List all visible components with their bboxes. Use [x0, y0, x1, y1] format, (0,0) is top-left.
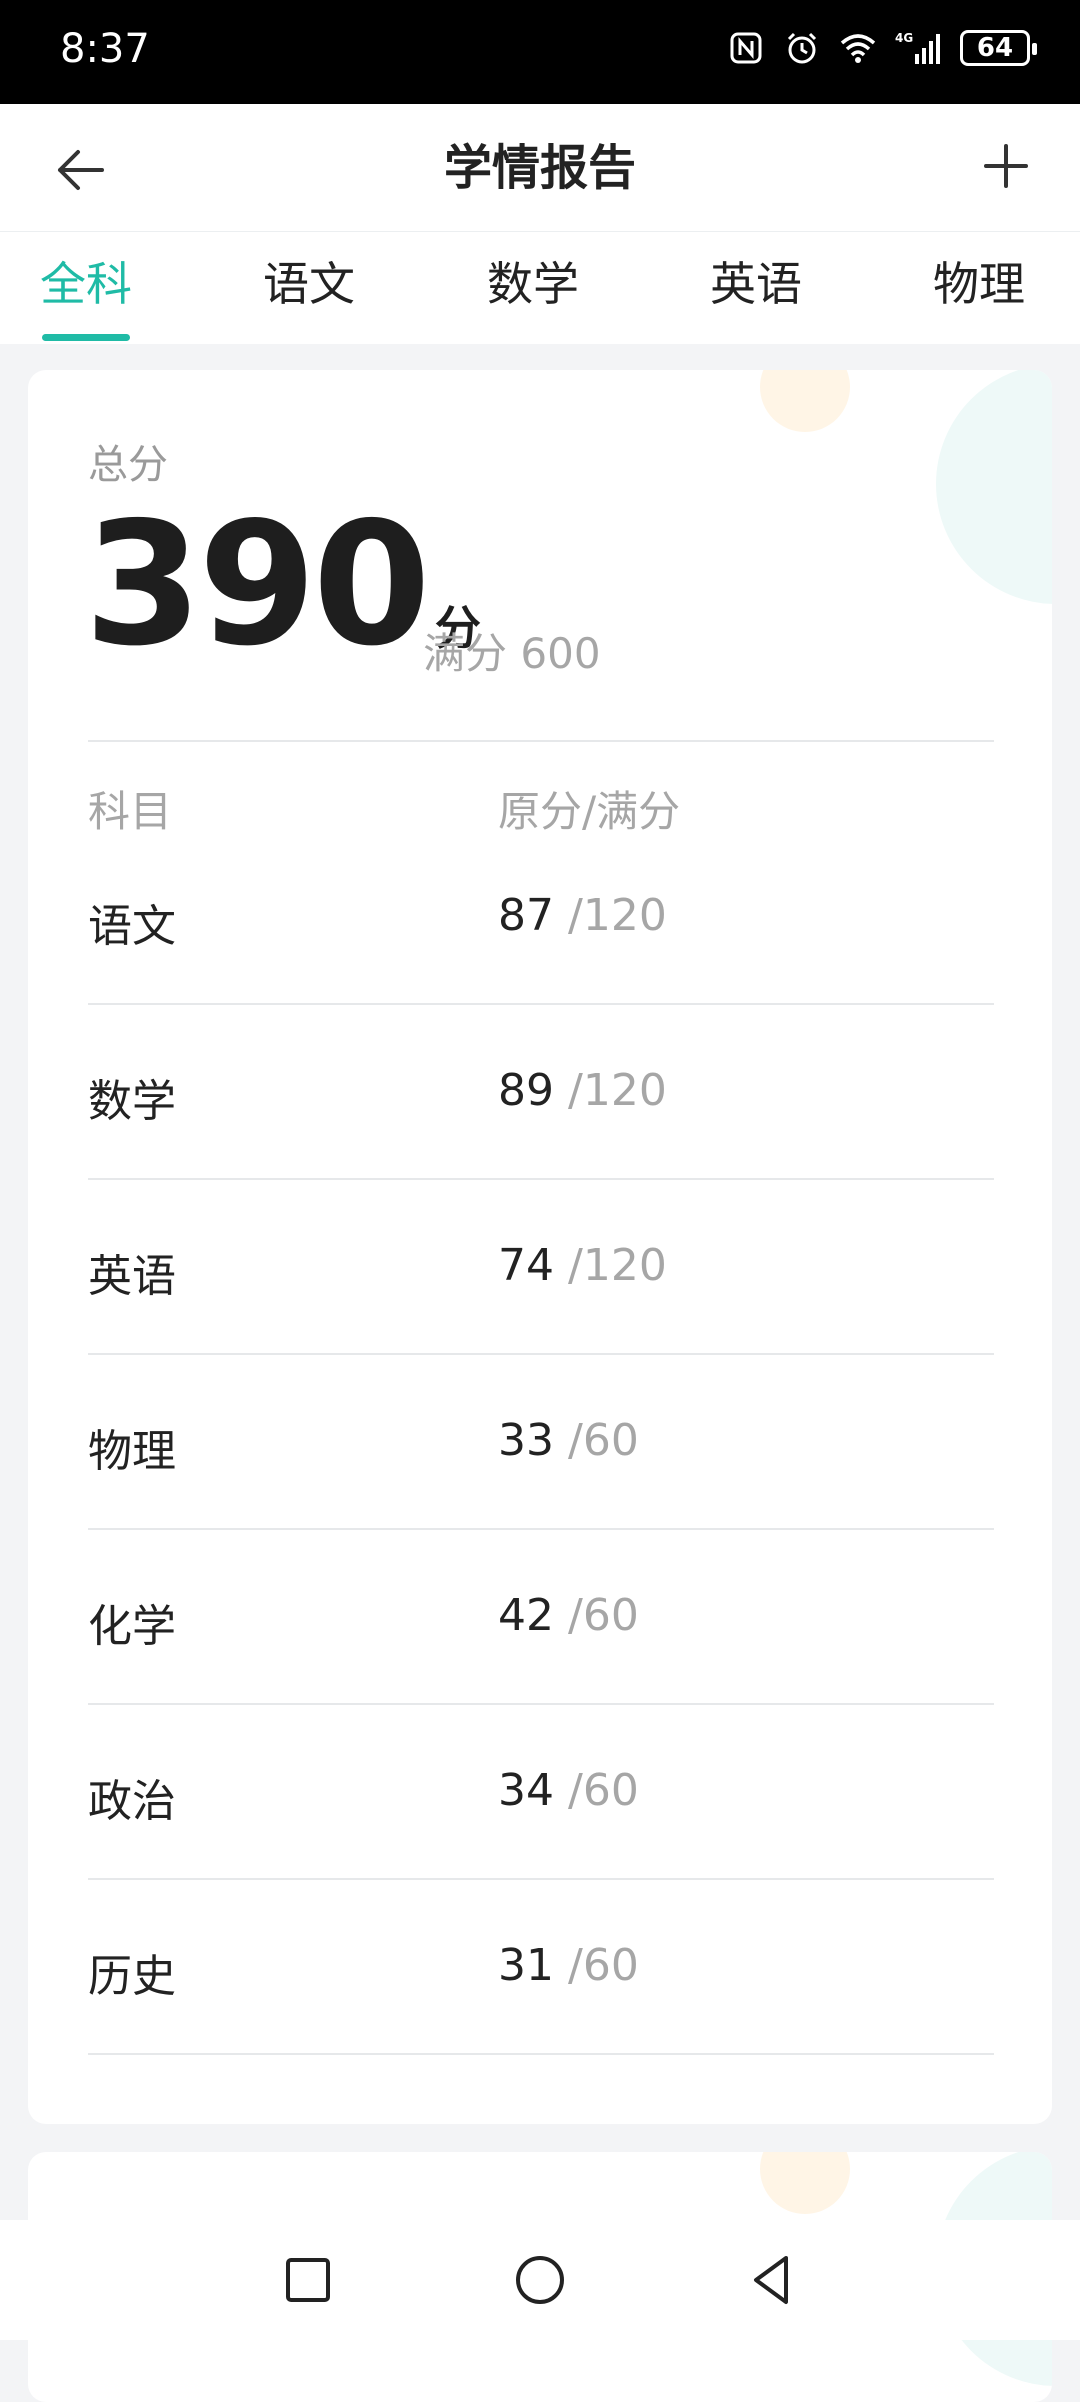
table-row: 英语 74 /120 — [28, 1200, 1052, 1375]
subject-score: 74 /120 — [498, 1240, 667, 1291]
subject-score: 31 /60 — [498, 1940, 639, 1991]
row-divider — [88, 1178, 994, 1180]
home-icon[interactable] — [508, 2248, 572, 2312]
score-card: 总分 390 分 满分 600 科目 原分/满分 语文 87 /120 数学 8… — [28, 370, 1052, 2124]
subject-score: 87 /120 — [498, 890, 667, 941]
total-score-label: 总分 — [88, 442, 168, 488]
divider — [88, 740, 994, 742]
full-score-value: 600 — [520, 629, 601, 678]
subject-tabs: 全科 语文 数学 英语 物理 — [0, 232, 1080, 344]
column-header-subject: 科目 — [88, 787, 173, 836]
subject-name: 历史 — [88, 1951, 176, 2002]
row-divider — [88, 1528, 994, 1530]
tab-math[interactable]: 数学 — [458, 232, 608, 344]
back-arrow-icon[interactable] — [50, 138, 114, 202]
subject-name: 化学 — [88, 1601, 176, 1652]
signal-4g-icon: 4G — [894, 28, 944, 68]
back-icon[interactable] — [740, 2248, 804, 2312]
row-divider — [88, 1353, 994, 1355]
plus-icon[interactable] — [974, 134, 1038, 198]
table-row: 政治 34 /60 — [28, 1725, 1052, 1900]
table-row: 数学 89 /120 — [28, 1025, 1052, 1200]
full-score-label: 满分 — [423, 629, 508, 678]
tab-english[interactable]: 英语 — [681, 232, 831, 344]
alarm-icon — [782, 28, 822, 68]
status-bar: 8:37 4G 64 — [0, 0, 1080, 104]
tab-physics[interactable]: 物理 — [904, 232, 1054, 344]
status-icons: 4G 64 — [726, 28, 1037, 68]
header: 学情报告 — [0, 104, 1080, 232]
tab-chinese[interactable]: 语文 — [234, 232, 384, 344]
subject-name: 物理 — [88, 1426, 176, 1477]
subject-name: 数学 — [88, 1076, 176, 1127]
decor-circle-green — [936, 370, 1052, 604]
table-row: 化学 42 /60 — [28, 1550, 1052, 1725]
decor-circle-orange — [760, 2152, 850, 2214]
table-row: 物理 33 /60 — [28, 1375, 1052, 1550]
table-row: 历史 31 /60 — [28, 1900, 1052, 2075]
subject-score: 42 /60 — [498, 1590, 639, 1641]
subject-score: 89 /120 — [498, 1065, 667, 1116]
row-divider — [88, 1878, 994, 1880]
subject-name: 语文 — [88, 901, 176, 952]
column-header-score: 原分/满分 — [498, 787, 681, 836]
full-score: 满分 600 — [423, 620, 601, 681]
subject-score: 34 /60 — [498, 1765, 639, 1816]
recent-apps-icon[interactable] — [276, 2248, 340, 2312]
tab-all-subjects[interactable]: 全科 — [11, 232, 161, 344]
total-score-value: 390 — [84, 486, 431, 684]
row-divider — [88, 2053, 994, 2055]
total-score: 390 分 — [84, 486, 481, 684]
system-navigation-bar — [0, 2220, 1080, 2340]
nfc-icon — [726, 28, 766, 68]
status-time: 8:37 — [60, 26, 150, 72]
row-divider — [88, 1003, 994, 1005]
subject-name: 英语 — [88, 1251, 176, 1302]
decor-circle-orange — [760, 370, 850, 432]
wifi-icon — [838, 28, 878, 68]
subject-name: 政治 — [88, 1776, 176, 1827]
subject-score: 33 /60 — [498, 1415, 639, 1466]
table-row: 语文 87 /120 — [28, 850, 1052, 1025]
row-divider — [88, 1703, 994, 1705]
svg-text:4G: 4G — [895, 31, 913, 45]
battery-icon: 64 — [960, 30, 1037, 66]
page-title: 学情报告 — [443, 140, 636, 196]
active-tab-indicator — [42, 334, 130, 341]
